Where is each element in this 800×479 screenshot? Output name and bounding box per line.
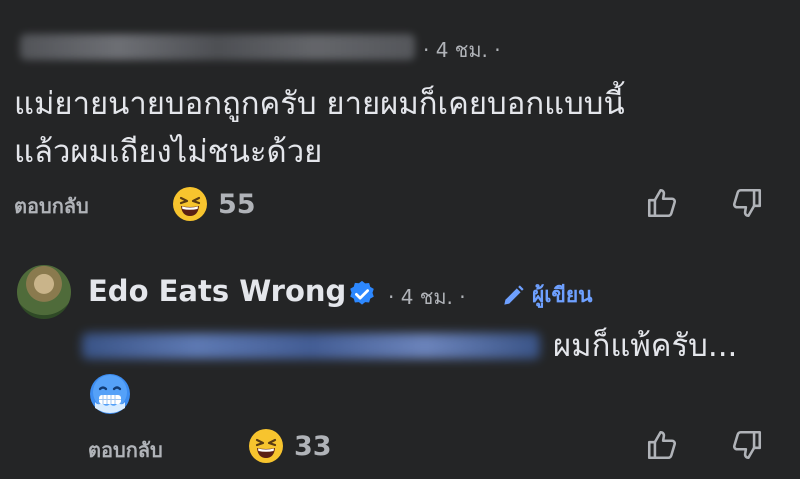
author-badge: ผู้เขียน <box>500 279 593 312</box>
thumbs-down-icon <box>732 188 762 218</box>
pencil-icon <box>504 284 524 305</box>
dislike-button[interactable] <box>727 425 767 465</box>
grinning-squinting-face-icon <box>248 428 284 464</box>
thumbs-down-icon <box>732 430 762 460</box>
cold-face-icon <box>88 372 132 420</box>
like-button[interactable] <box>642 425 682 465</box>
reply-button[interactable]: ตอบกลับ <box>14 190 89 222</box>
comment-timestamp[interactable]: · 4 ชม. · <box>423 34 501 66</box>
verified-badge-icon <box>347 279 377 313</box>
reaction-summary[interactable]: 33 <box>248 428 332 464</box>
comment-text-line: แม่ยายนายบอกถูกครับ ยายผมก็เคยบอกแบบนี้ <box>14 86 625 122</box>
thumbs-up-icon <box>647 430 677 460</box>
like-button[interactable] <box>642 183 682 223</box>
comment-timestamp[interactable]: · 4 ชม. · <box>388 281 466 313</box>
dislike-button[interactable] <box>727 183 767 223</box>
avatar[interactable] <box>17 265 71 319</box>
redacted-mention-tag[interactable] <box>82 333 540 359</box>
reaction-count: 33 <box>294 430 332 462</box>
grinning-squinting-face-icon <box>172 186 208 222</box>
author-name[interactable]: Edo Eats Wrong <box>88 274 346 308</box>
redacted-author-name <box>20 34 415 60</box>
thumbs-up-icon <box>647 188 677 218</box>
reaction-count: 55 <box>218 188 256 220</box>
comment-text-line: แล้วผมเถียงไม่ชนะด้วย <box>14 134 323 170</box>
comment-text: ผมก็แพ้ครับ... <box>553 328 738 364</box>
author-badge-label: ผู้เขียน <box>532 283 593 307</box>
reaction-summary[interactable]: 55 <box>172 186 256 222</box>
reply-button[interactable]: ตอบกลับ <box>88 434 163 466</box>
